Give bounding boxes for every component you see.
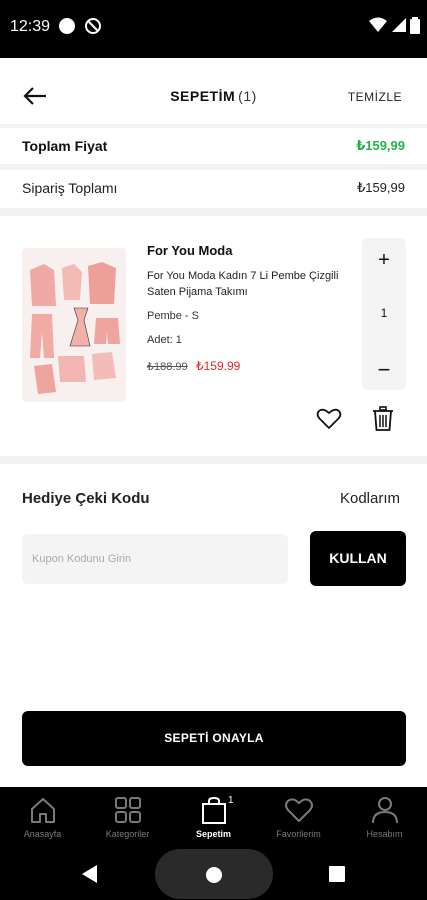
decrease-quantity-button[interactable]: − xyxy=(362,356,406,384)
nav-cart[interactable]: 1 Sepetim xyxy=(171,787,256,847)
bottom-nav: Anasayfa Kategoriler 1 Sepetim Favoriler… xyxy=(0,787,427,847)
increase-quantity-button[interactable]: + xyxy=(362,246,406,274)
page-title-text: SEPETİM xyxy=(170,88,236,104)
grid-icon xyxy=(115,797,141,823)
home-circle-icon xyxy=(206,867,222,883)
nav-cart-label: Sepetim xyxy=(195,829,231,839)
old-price: ₺188.99 xyxy=(147,361,188,373)
home-pill[interactable] xyxy=(155,849,273,899)
my-codes-link[interactable]: Kodlarım xyxy=(340,490,400,507)
heart-icon xyxy=(285,798,313,822)
coupon-input[interactable] xyxy=(22,534,288,584)
confirm-cart-button[interactable]: SEPETİ ONAYLA xyxy=(22,711,406,766)
pajama-set-illustration xyxy=(22,248,126,402)
cart-badge: 1 xyxy=(228,795,234,806)
gift-code-title: Hediye Çeki Kodu xyxy=(22,490,150,507)
status-time: 12:39 xyxy=(10,18,51,35)
battery-icon xyxy=(410,17,420,34)
cart-count: (1) xyxy=(238,88,257,104)
quantity-value: 1 xyxy=(380,306,388,320)
nav-categories[interactable]: Kategoriler xyxy=(85,787,170,847)
signal-icon xyxy=(392,18,406,32)
divider xyxy=(0,456,427,464)
nav-account-label: Hesabım xyxy=(366,829,403,839)
system-nav-bar xyxy=(0,847,427,900)
cart-header: SEPETİM (1) TEMİZLE xyxy=(0,68,427,124)
heart-icon[interactable] xyxy=(316,406,342,432)
divider xyxy=(0,164,427,170)
bag-icon xyxy=(202,796,226,824)
nav-home-label: Anasayfa xyxy=(23,829,62,839)
product-image[interactable] xyxy=(22,248,126,402)
nav-home[interactable]: Anasayfa xyxy=(0,787,85,847)
recents-square-icon[interactable] xyxy=(329,866,345,882)
product-brand: For You Moda xyxy=(147,243,233,258)
order-total-label: Sipariş Toplamı xyxy=(22,180,118,196)
trash-icon[interactable] xyxy=(371,406,395,432)
apply-coupon-button[interactable]: KULLAN xyxy=(310,531,406,586)
circle-status-icon xyxy=(59,18,75,34)
product-name[interactable]: For You Moda Kadın 7 Li Pembe Çizgili Sa… xyxy=(147,268,347,300)
divider xyxy=(0,124,427,128)
home-icon xyxy=(31,798,55,823)
product-quantity: Adet: 1 xyxy=(147,334,182,346)
wifi-icon xyxy=(369,17,387,32)
nav-favorites[interactable]: Favorilerim xyxy=(256,787,341,847)
do-not-disturb-icon xyxy=(85,18,101,34)
order-total-value: ₺159,99 xyxy=(356,180,405,195)
divider xyxy=(0,208,427,216)
product-variant: Pembe - S xyxy=(147,310,199,322)
nav-categories-label: Kategoriler xyxy=(105,829,150,839)
clear-cart-button[interactable]: TEMİZLE xyxy=(348,90,402,104)
total-price-value: ₺159,99 xyxy=(356,138,405,153)
quantity-stepper: + 1 − xyxy=(362,238,406,390)
user-icon xyxy=(372,797,398,824)
total-price-label: Toplam Fiyat xyxy=(22,138,108,154)
back-triangle-icon[interactable] xyxy=(82,865,98,883)
new-price: ₺159.99 xyxy=(196,359,241,373)
status-bar: 12:39 xyxy=(0,0,427,58)
order-total-row: Sipariş Toplamı ₺159,99 xyxy=(0,172,427,206)
total-price-row: Toplam Fiyat ₺159,99 xyxy=(0,130,427,162)
nav-favorites-label: Favorilerim xyxy=(276,829,321,839)
nav-account[interactable]: Hesabım xyxy=(342,787,427,847)
